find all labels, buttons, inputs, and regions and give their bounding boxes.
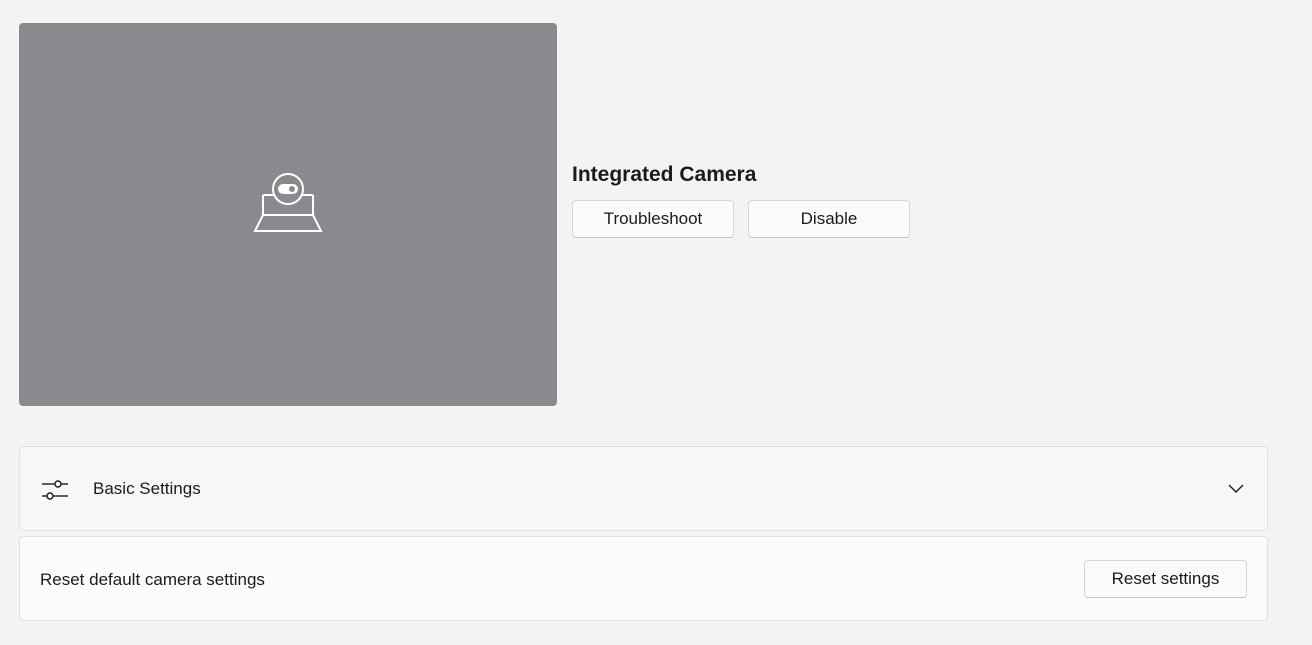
reset-default-label: Reset default camera settings: [40, 570, 265, 589]
camera-name: Integrated Camera: [572, 163, 757, 186]
troubleshoot-button[interactable]: Troubleshoot: [572, 200, 734, 238]
camera-preview: [19, 23, 557, 406]
camera-info: Integrated Camera Troubleshoot Disable: [572, 160, 910, 238]
disable-button[interactable]: Disable: [748, 200, 910, 238]
sliders-icon: [42, 480, 68, 500]
camera-off-icon: [253, 172, 323, 232]
camera-actions: Troubleshoot Disable: [572, 200, 910, 238]
basic-settings-label: Basic Settings: [93, 479, 201, 498]
reset-settings-button[interactable]: Reset settings: [1084, 560, 1247, 598]
chevron-down-icon[interactable]: [1227, 480, 1245, 498]
camera-settings-page: Integrated Camera Troubleshoot Disable B…: [0, 0, 1312, 645]
reset-settings-card: Reset default camera settings Reset sett…: [19, 536, 1268, 621]
basic-settings-expander[interactable]: Basic Settings: [19, 446, 1268, 531]
